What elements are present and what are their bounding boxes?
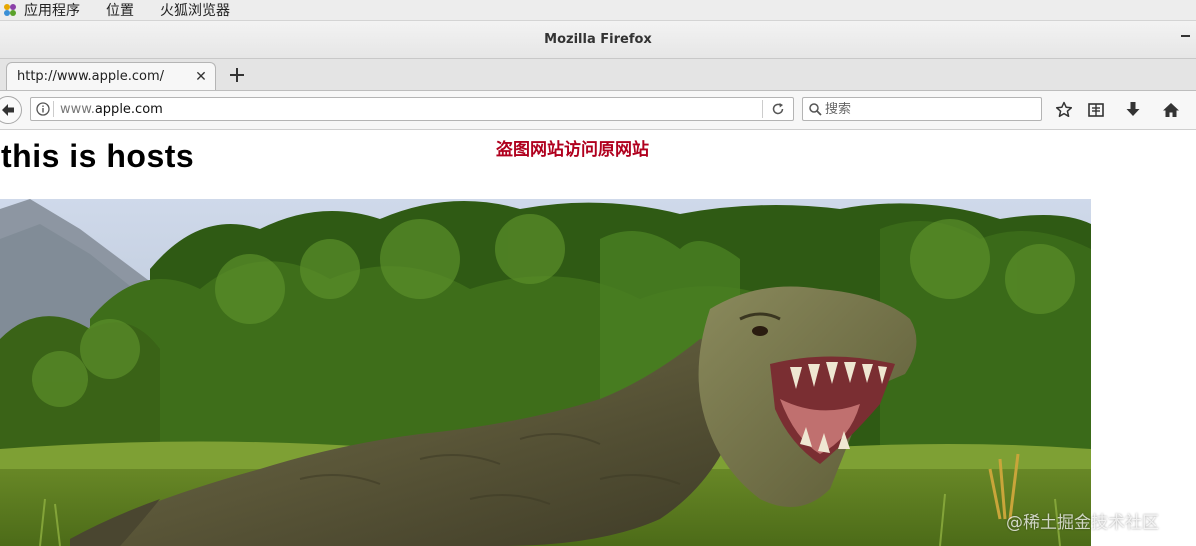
window-title: Mozilla Firefox — [544, 32, 652, 47]
dinosaur-image — [0, 199, 1091, 546]
back-button[interactable] — [0, 96, 22, 124]
window-title-bar: Mozilla Firefox — [0, 21, 1196, 59]
minimize-button[interactable] — [1181, 35, 1190, 37]
plus-icon — [230, 68, 244, 82]
url-bar[interactable]: www. apple.com — [30, 97, 794, 121]
new-tab-button[interactable] — [226, 62, 248, 88]
tab-apple[interactable]: http://www.apple.com/ ✕ — [6, 62, 216, 90]
menu-firefox[interactable]: 火狐浏览器 — [160, 0, 230, 20]
info-icon[interactable] — [33, 102, 53, 116]
url-separator — [53, 101, 54, 117]
url-prefix: www. — [60, 101, 95, 117]
search-bar[interactable] — [802, 97, 1042, 121]
reading-list-icon[interactable] — [1085, 100, 1107, 120]
page-content: this is hosts 盗图网站访问原网站 @稀土掘金技术社区 — [0, 130, 1196, 546]
overlay-annotation: 盗图网站访问原网站 — [496, 140, 649, 160]
desktop-top-bar: 应用程序 位置 火狐浏览器 — [0, 0, 1196, 21]
navigation-toolbar: www. apple.com — [0, 91, 1196, 130]
downloads-icon[interactable] — [1122, 100, 1144, 120]
watermark: @稀土掘金技术社区 — [1006, 513, 1159, 533]
applications-icon — [2, 2, 18, 18]
url-domain: apple.com — [94, 101, 163, 117]
close-tab-icon[interactable]: ✕ — [193, 69, 209, 85]
bookmark-star-icon[interactable] — [1053, 100, 1075, 120]
search-icon — [805, 102, 825, 116]
menu-applications[interactable]: 应用程序 — [24, 0, 80, 20]
page-heading: this is hosts — [1, 138, 195, 174]
reload-icon[interactable] — [763, 102, 793, 116]
tab-title: http://www.apple.com/ — [17, 69, 165, 84]
search-input[interactable] — [825, 101, 1041, 117]
tab-bar: http://www.apple.com/ ✕ — [0, 59, 1196, 91]
menu-places[interactable]: 位置 — [106, 0, 134, 20]
home-icon[interactable] — [1160, 100, 1182, 120]
back-arrow-icon — [2, 104, 14, 116]
